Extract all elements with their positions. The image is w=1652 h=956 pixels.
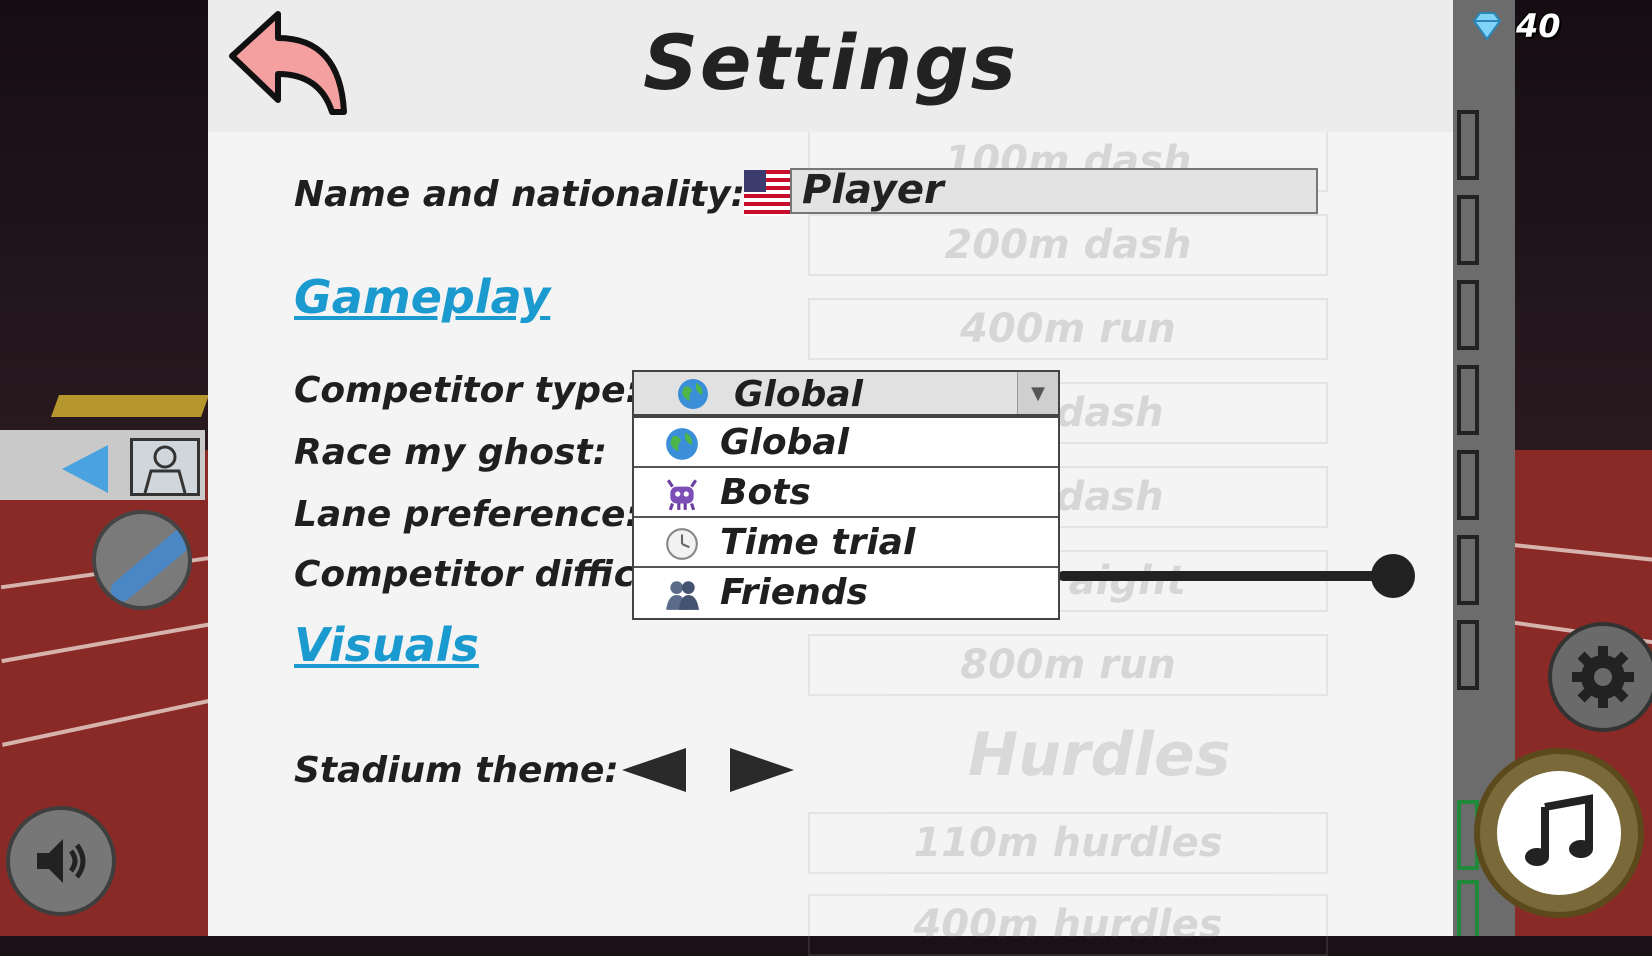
athlete-avatar[interactable] (130, 438, 200, 496)
gem-counter: 40 (1470, 6, 1561, 46)
competitor-type-select[interactable]: Global ▼ (632, 370, 1060, 416)
globe-icon (678, 379, 708, 409)
dropdown-option-label: Time trial (720, 522, 916, 563)
list-item: 400m run (808, 298, 1328, 360)
lane-preference-label: Lane preference: (294, 494, 640, 535)
competitor-type-label: Competitor type: (294, 370, 640, 411)
globe-icon (666, 428, 698, 460)
speaker-icon (37, 839, 86, 883)
sound-toggle-button[interactable] (6, 806, 116, 916)
music-note-icon (1525, 794, 1593, 866)
diamond-icon (1472, 12, 1502, 41)
dropdown-arrow-icon[interactable]: ▼ (1017, 372, 1058, 414)
hurdles-heading: Hurdles (968, 720, 1231, 790)
relay-baton-icon[interactable] (92, 510, 192, 610)
settings-button[interactable] (1548, 622, 1652, 732)
list-item: 800m run (808, 634, 1328, 696)
gameplay-section-title[interactable]: Gameplay (294, 270, 550, 324)
bot-icon (666, 479, 698, 511)
difficulty-slider-knob[interactable] (1371, 554, 1415, 598)
dropdown-option-bots[interactable]: Bots (634, 468, 1058, 518)
dropdown-option-friends[interactable]: Friends (634, 568, 1058, 618)
difficulty-label: Competitor difficul (294, 554, 674, 595)
friends-icon (666, 581, 699, 610)
next-theme-icon[interactable] (730, 748, 794, 792)
music-button[interactable] (1474, 748, 1644, 918)
difficulty-slider-track[interactable] (1058, 571, 1383, 581)
competitor-type-dropdown: Global Bots Time trial Friends (632, 416, 1060, 620)
player-name-input[interactable]: Player (790, 168, 1318, 214)
gem-count: 40 (1516, 7, 1561, 45)
stopwatch-icon (666, 528, 698, 560)
list-item: 400m hurdles (808, 894, 1328, 956)
gear-icon (1572, 646, 1634, 708)
dropdown-option-label: Friends (720, 572, 868, 613)
panel-header: Settings (208, 0, 1453, 132)
list-item: 110m hurdles (808, 812, 1328, 874)
visuals-section-title[interactable]: Visuals (294, 618, 479, 672)
dropdown-option-time-trial[interactable]: Time trial (634, 518, 1058, 568)
stadium-bench (50, 395, 210, 417)
usa-flag-icon[interactable] (744, 170, 790, 216)
list-item: 200m dash (808, 214, 1328, 276)
name-label: Name and nationality: (294, 174, 745, 215)
previous-theme-icon[interactable] (622, 748, 686, 792)
stadium-theme-label: Stadium theme: (294, 750, 619, 791)
settings-panel: 100m dash 200m dash 400m run 0m dash 0m … (208, 0, 1453, 956)
race-ghost-label: Race my ghost: (294, 432, 607, 473)
dropdown-option-global[interactable]: Global (634, 418, 1058, 468)
previous-character-icon[interactable] (62, 445, 108, 493)
page-title: Settings (643, 18, 1018, 107)
dropdown-option-label: Global (720, 422, 850, 463)
dropdown-option-label: Bots (720, 472, 811, 513)
competitor-type-value: Global (734, 374, 864, 415)
